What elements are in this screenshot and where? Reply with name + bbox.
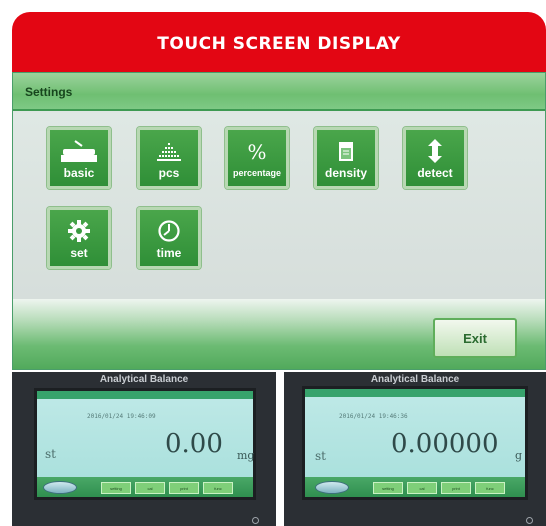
set-button[interactable]: set <box>47 207 111 269</box>
balance-lcd: 2016/01/24 19:46:36 st 0.00000 g setting… <box>302 386 528 500</box>
basic-button[interactable]: basic <box>47 127 111 189</box>
softkey-func[interactable]: func <box>203 482 233 494</box>
exit-label: Exit <box>463 330 487 346</box>
density-label: density <box>324 166 367 180</box>
pcs-label: pcs <box>158 166 180 180</box>
gear-icon <box>50 218 108 244</box>
percentage-label: percentage <box>232 168 282 178</box>
lcd-datetime: 2016/01/24 19:46:09 <box>87 413 156 420</box>
softkey-cal[interactable]: cal <box>407 482 437 494</box>
beaker-icon <box>317 138 375 164</box>
softkey-print[interactable]: print <box>169 482 199 494</box>
percentage-button[interactable]: % percentage <box>225 127 289 189</box>
lcd-status-strip <box>37 391 253 399</box>
svg-text:%: % <box>247 140 266 164</box>
power-icon <box>526 517 533 524</box>
balance-photo-right: Analytical Balance 2016/01/24 19:46:36 s… <box>284 372 546 526</box>
power-icon <box>252 517 259 524</box>
tare-disc-icon[interactable] <box>315 481 349 494</box>
settings-title: Settings <box>25 85 73 99</box>
up-down-arrow-icon <box>406 138 464 164</box>
balance-lcd: 2016/01/24 19:46:09 st 0.00 mg setting c… <box>34 388 256 500</box>
exit-button[interactable]: Exit <box>433 318 517 358</box>
lcd-button-row: setting cal print func <box>37 477 253 497</box>
basic-label: basic <box>63 166 95 180</box>
header-banner: TOUCH SCREEN DISPLAY <box>12 12 546 72</box>
count-dots-icon <box>140 138 198 164</box>
lcd-datetime: 2016/01/24 19:46:36 <box>339 413 408 420</box>
lcd-mode: st <box>45 447 56 461</box>
balance-title: Analytical Balance <box>370 374 460 385</box>
lcd-mode: st <box>315 449 326 463</box>
balance-photo-left: Analytical Balance 2016/01/24 19:46:09 s… <box>12 372 276 526</box>
softkey-print[interactable]: print <box>441 482 471 494</box>
settings-title-bar: Settings <box>13 73 545 111</box>
lcd-button-row: setting cal print func <box>305 477 525 497</box>
lcd-unit: g <box>515 449 523 462</box>
settings-screen: Settings basic pcs % percentage density … <box>12 72 546 370</box>
detect-label: detect <box>417 166 453 180</box>
banner-title: TOUCH SCREEN DISPLAY <box>157 34 401 54</box>
lcd-reading: 0.00000 <box>391 429 499 459</box>
pcs-button[interactable]: pcs <box>137 127 201 189</box>
time-button[interactable]: time <box>137 207 201 269</box>
density-button[interactable]: density <box>314 127 378 189</box>
balance-title: Analytical Balance <box>99 374 189 385</box>
lcd-reading: 0.00 <box>165 429 223 459</box>
softkey-setting[interactable]: setting <box>373 482 403 494</box>
tare-disc-icon[interactable] <box>43 481 77 494</box>
softkey-cal[interactable]: cal <box>135 482 165 494</box>
lcd-unit: mg <box>237 449 255 462</box>
clock-icon <box>140 218 198 244</box>
softkey-func[interactable]: func <box>475 482 505 494</box>
lcd-status-strip <box>305 389 525 397</box>
percent-icon: % <box>228 138 286 164</box>
time-label: time <box>156 246 182 260</box>
softkey-setting[interactable]: setting <box>101 482 131 494</box>
balance-icon <box>50 138 108 164</box>
detect-button[interactable]: detect <box>403 127 467 189</box>
set-label: set <box>70 246 88 260</box>
